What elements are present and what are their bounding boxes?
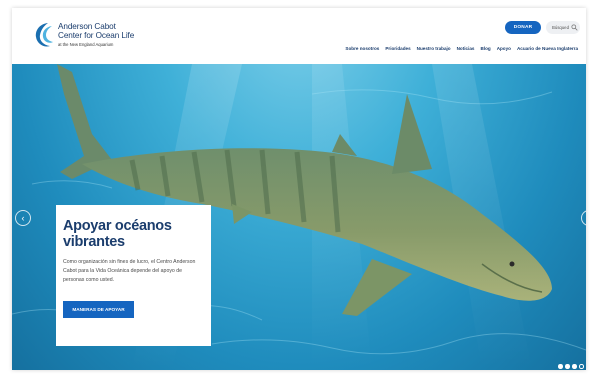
carousel-dots <box>558 364 584 369</box>
logo-line-2: Center for Ocean Life <box>58 30 135 40</box>
nav-item-nuestro-trabajo[interactable]: Nuestro trabajo <box>417 46 451 51</box>
main-nav: Sobre nosotros Prioridades Nuestro traba… <box>345 46 578 51</box>
nav-item-apoyo[interactable]: Apoyo <box>497 46 511 51</box>
chevron-left-icon[interactable]: ‹ <box>15 210 31 226</box>
ways-to-support-button[interactable]: MANERAS DE APOYAR <box>63 301 134 319</box>
carousel-dot-2[interactable] <box>565 364 570 369</box>
hero-body: Como organización sin fines de lucro, el… <box>63 259 196 283</box>
nav-item-noticias[interactable]: Noticias <box>457 46 475 51</box>
hero-title: Apoyar océanos vibrantes <box>63 218 172 250</box>
search-placeholder: Búsqued <box>552 25 569 30</box>
hero-carousel: ‹ › Apoyar océanos vibrantes Como organi… <box>12 64 586 370</box>
search-input[interactable]: Búsqued <box>546 21 580 34</box>
hero-card: Apoyar océanos vibrantes Como organizaci… <box>56 205 211 346</box>
logo-wave-icon <box>35 23 53 47</box>
nav-item-acuario[interactable]: Acuario de Nueva Inglaterra <box>517 46 578 51</box>
carousel-dot-1[interactable] <box>558 364 563 369</box>
donate-button[interactable]: DONAR <box>505 21 541 34</box>
carousel-dot-3[interactable] <box>572 364 577 369</box>
nav-item-sobre-nosotros[interactable]: Sobre nosotros <box>345 46 379 51</box>
logo-text: Anderson Cabot Center for Ocean Life at … <box>58 22 135 50</box>
site-header: Anderson Cabot Center for Ocean Life at … <box>12 8 586 64</box>
nav-item-blog[interactable]: Blog <box>480 46 490 51</box>
site-logo[interactable]: Anderson Cabot Center for Ocean Life at … <box>34 21 144 51</box>
nav-item-prioridades[interactable]: Prioridades <box>385 46 410 51</box>
search-icon[interactable] <box>571 24 578 31</box>
browser-frame: Anderson Cabot Center for Ocean Life at … <box>12 8 586 370</box>
logo-line-3: at the New England Aquarium <box>58 42 114 47</box>
carousel-dot-4[interactable] <box>579 364 584 369</box>
